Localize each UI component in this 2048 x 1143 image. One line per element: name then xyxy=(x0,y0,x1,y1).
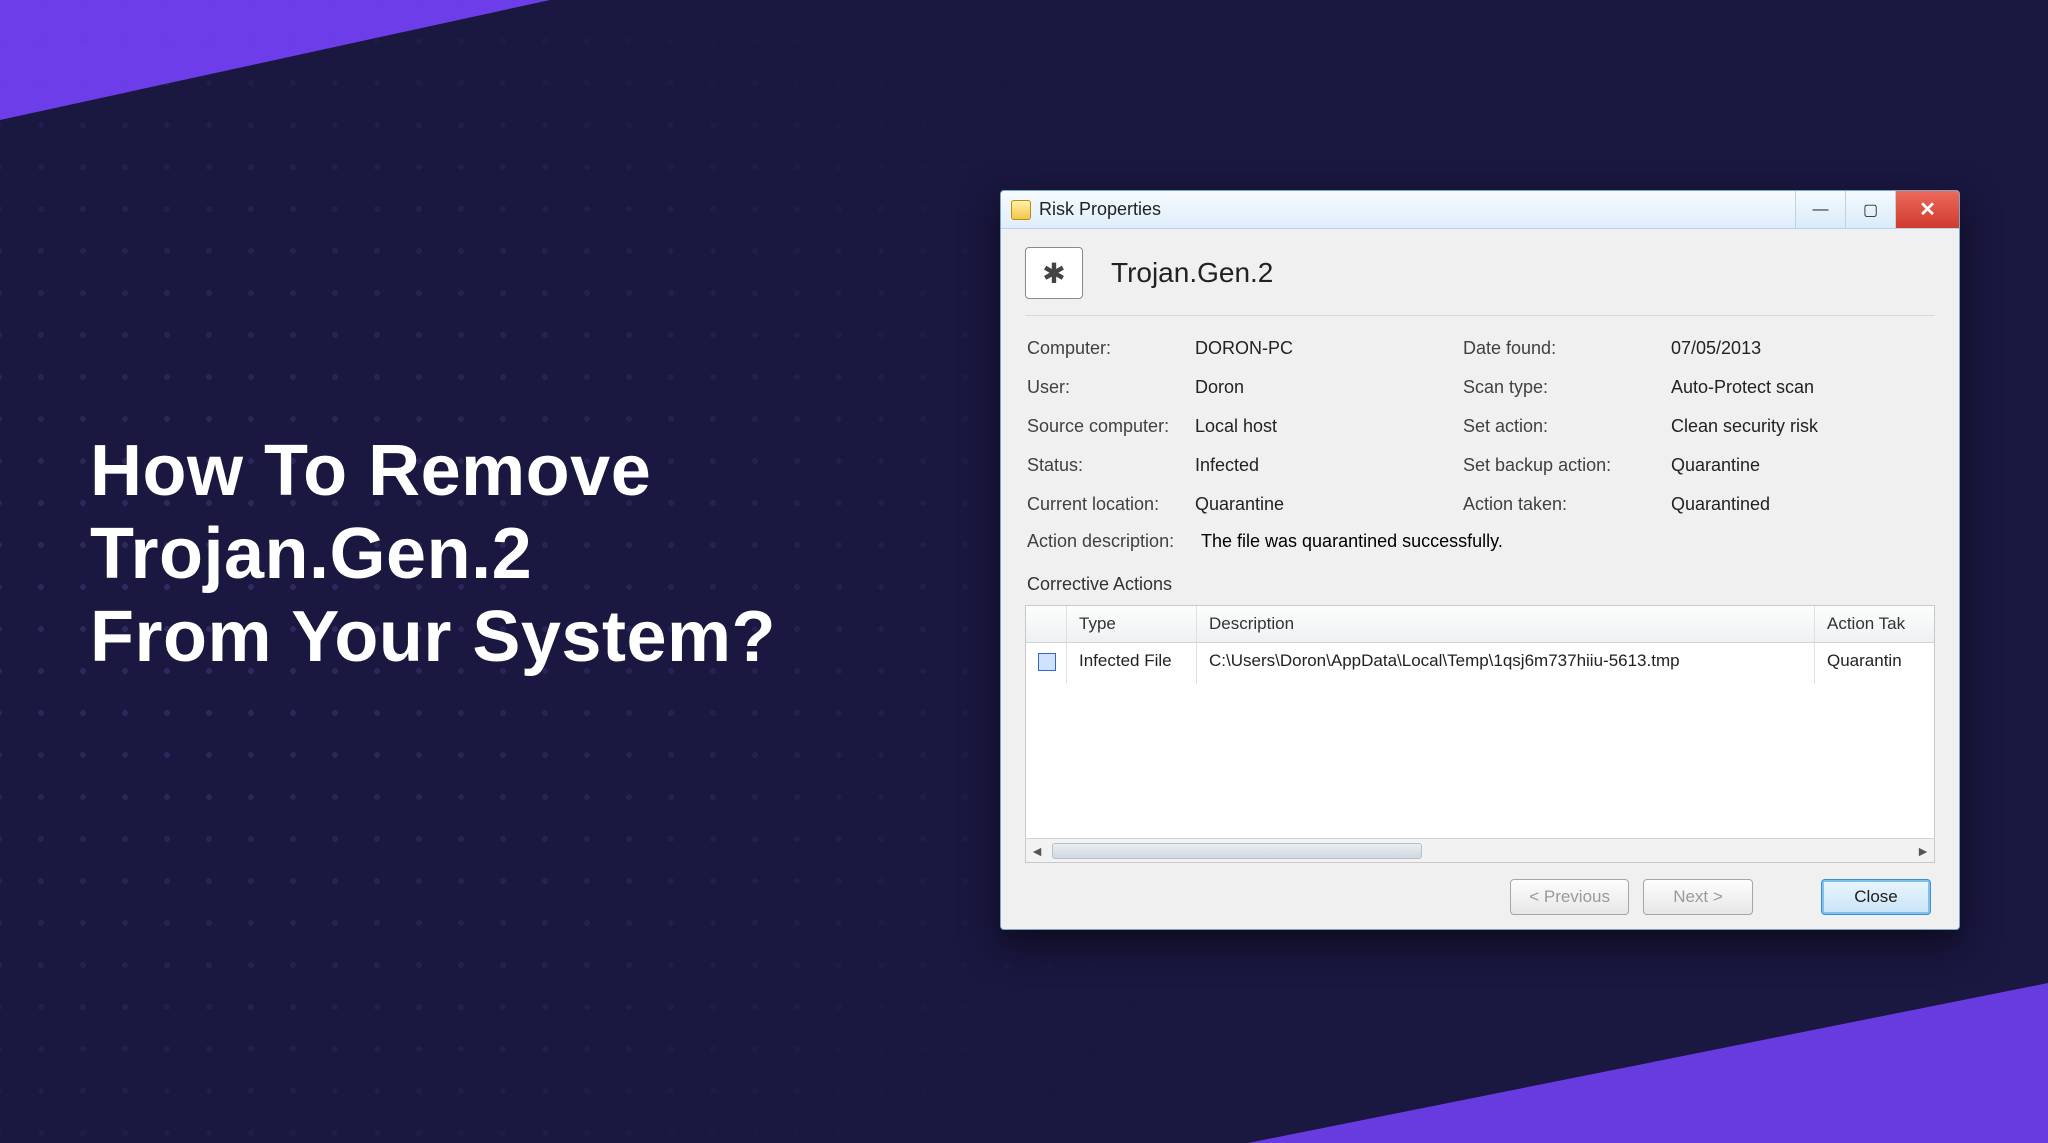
label-status: Status: xyxy=(1027,455,1187,476)
row-description: C:\Users\Doron\AppData\Local\Temp\1qsj6m… xyxy=(1196,643,1814,684)
label-user: User: xyxy=(1027,377,1187,398)
col-type-header[interactable]: Type xyxy=(1066,606,1196,642)
table-body: Infected File C:\Users\Doron\AppData\Loc… xyxy=(1026,643,1934,838)
corrective-actions-table: Type Description Action Tak Infected Fil… xyxy=(1025,605,1935,863)
threat-name: Trojan.Gen.2 xyxy=(1111,257,1273,289)
value-source-computer: Local host xyxy=(1195,416,1455,437)
value-computer: DORON-PC xyxy=(1195,338,1455,359)
table-horizontal-scrollbar[interactable]: ◄ ► xyxy=(1026,838,1934,862)
action-description-row: Action description: The file was quarant… xyxy=(1025,523,1935,568)
value-set-backup-action: Quarantine xyxy=(1671,455,1935,476)
next-button[interactable]: Next > xyxy=(1643,879,1753,915)
value-status: Infected xyxy=(1195,455,1455,476)
value-user: Doron xyxy=(1195,377,1455,398)
label-date-found: Date found: xyxy=(1463,338,1663,359)
minimize-button[interactable]: — xyxy=(1795,191,1845,228)
label-current-location: Current location: xyxy=(1027,494,1187,515)
dialog-footer: < Previous Next > Close xyxy=(1025,863,1935,915)
promo-headline: How To Remove Trojan.Gen.2 From Your Sys… xyxy=(90,430,776,678)
properties-grid: Computer: DORON-PC Date found: 07/05/201… xyxy=(1025,316,1935,523)
window-title: Risk Properties xyxy=(1039,199,1161,220)
col-description-header[interactable]: Description xyxy=(1196,606,1814,642)
risk-properties-window: Risk Properties — ▢ ✕ Trojan.Gen.2 Compu… xyxy=(1000,190,1960,930)
col-action-header[interactable]: Action Tak xyxy=(1814,606,1934,642)
value-current-location: Quarantine xyxy=(1195,494,1455,515)
maximize-button[interactable]: ▢ xyxy=(1845,191,1895,228)
virus-icon xyxy=(1025,247,1083,299)
value-action-description: The file was quarantined successfully. xyxy=(1201,531,1503,552)
label-computer: Computer: xyxy=(1027,338,1187,359)
row-file-icon xyxy=(1026,643,1066,684)
corrective-actions-title: Corrective Actions xyxy=(1025,568,1935,605)
label-action-description: Action description: xyxy=(1027,531,1187,552)
table-row[interactable]: Infected File C:\Users\Doron\AppData\Loc… xyxy=(1026,643,1934,684)
headline-line-2: Trojan.Gen.2 xyxy=(90,513,776,596)
headline-line-1: How To Remove xyxy=(90,430,776,513)
close-window-button[interactable]: ✕ xyxy=(1895,191,1959,228)
value-set-action: Clean security risk xyxy=(1671,416,1935,437)
col-icon-header[interactable] xyxy=(1026,606,1066,642)
window-titlebar[interactable]: Risk Properties — ▢ ✕ xyxy=(1001,191,1959,229)
promo-stage: How To Remove Trojan.Gen.2 From Your Sys… xyxy=(0,0,2048,1143)
scroll-left-arrow-icon[interactable]: ◄ xyxy=(1026,843,1048,859)
label-set-action: Set action: xyxy=(1463,416,1663,437)
label-scan-type: Scan type: xyxy=(1463,377,1663,398)
label-source-computer: Source computer: xyxy=(1027,416,1187,437)
table-header: Type Description Action Tak xyxy=(1026,606,1934,643)
value-action-taken: Quarantined xyxy=(1671,494,1935,515)
threat-header: Trojan.Gen.2 xyxy=(1025,247,1935,316)
value-scan-type: Auto-Protect scan xyxy=(1671,377,1935,398)
window-client-area: Trojan.Gen.2 Computer: DORON-PC Date fou… xyxy=(1001,229,1959,929)
close-button[interactable]: Close xyxy=(1821,879,1931,915)
row-action: Quarantin xyxy=(1814,643,1934,684)
value-date-found: 07/05/2013 xyxy=(1671,338,1935,359)
headline-line-3: From Your System? xyxy=(90,596,776,679)
row-type: Infected File xyxy=(1066,643,1196,684)
window-buttons: — ▢ ✕ xyxy=(1795,191,1959,228)
app-icon xyxy=(1011,200,1031,220)
scroll-right-arrow-icon[interactable]: ► xyxy=(1912,843,1934,859)
label-set-backup-action: Set backup action: xyxy=(1463,455,1663,476)
previous-button[interactable]: < Previous xyxy=(1510,879,1629,915)
label-action-taken: Action taken: xyxy=(1463,494,1663,515)
scroll-thumb[interactable] xyxy=(1052,843,1422,859)
